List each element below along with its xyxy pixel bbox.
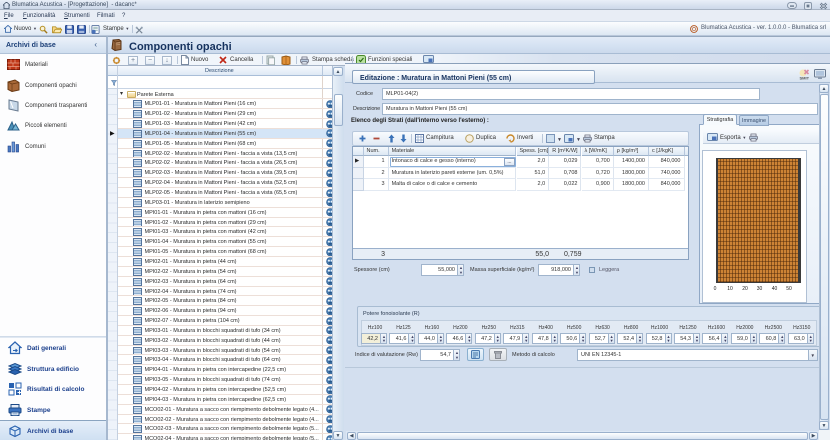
svg-text:SMIT: SMIT	[800, 76, 810, 81]
